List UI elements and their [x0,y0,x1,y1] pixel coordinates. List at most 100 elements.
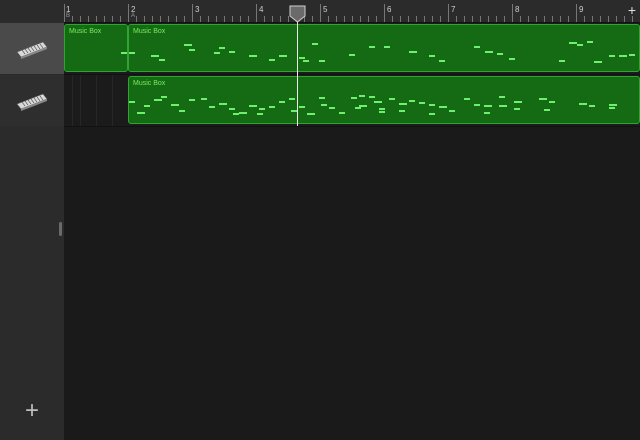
midi-note [349,54,355,56]
midi-note [229,51,235,53]
midi-note [259,108,265,110]
midi-note [184,44,192,46]
midi-note [229,108,235,110]
midi-note [159,59,165,61]
midi-note [233,113,239,115]
keyboard-icon [16,41,48,59]
midi-note [189,49,195,51]
midi-note [569,42,577,44]
track-sidebar: + [0,0,64,440]
midi-note [269,106,275,108]
playhead-line [297,20,298,126]
track-lane-1[interactable]: Music Box Music Box [64,23,640,75]
midi-note [399,110,405,112]
midi-note [299,57,305,59]
bar-number: 7 [451,5,456,14]
midi-note [121,52,127,54]
midi-note [409,51,417,53]
bar-number: 6 [387,5,392,14]
midi-note [279,55,287,57]
section-marker-b: B [66,13,71,19]
midi-note [509,58,515,60]
midi-note [429,104,435,106]
midi-note [587,41,593,43]
midi-note [171,104,179,106]
midi-note [499,96,505,98]
midi-note [129,52,135,54]
midi-note [129,101,135,103]
midi-note [137,112,145,114]
grid-line [72,75,73,126]
midi-note [189,99,195,101]
bar-number: 8 [515,5,520,14]
midi-note [429,55,435,57]
midi-note [219,47,225,49]
midi-note [374,101,382,103]
midi-note [355,107,361,109]
grid-line [80,75,81,126]
grid-line [96,75,97,126]
midi-note [589,105,595,107]
track-header-2[interactable] [0,75,64,126]
grid-line [112,75,113,126]
midi-note [544,109,550,111]
midi-note [369,96,375,98]
midi-note [369,46,375,48]
midi-note [209,106,215,108]
midi-note [514,108,520,110]
midi-note [464,98,470,100]
midi-note [319,97,325,99]
add-section-button[interactable]: + [628,2,636,18]
midi-note [339,112,345,114]
midi-note [579,103,587,105]
sidebar-resize-handle[interactable] [59,222,62,236]
midi-note [319,60,325,62]
midi-note [249,105,257,107]
midi-note [321,104,327,106]
section-marker-a: A [131,13,136,19]
midi-note [514,101,522,103]
midi-note [449,110,455,112]
ruler-ticks [64,4,633,22]
midi-note [484,112,490,114]
region-music-box[interactable]: Music Box [64,24,128,72]
region-label: Music Box [133,80,166,87]
region-label: Music Box [133,28,166,35]
midi-note [549,101,555,103]
tracks-area[interactable]: Music Box Music Box Music Box [64,23,640,440]
midi-note [379,111,385,113]
midi-note [214,52,220,54]
midi-note [161,96,167,98]
region-music-box[interactable]: Music Box [128,76,640,124]
midi-note [269,59,275,61]
timeline-ruler[interactable]: 1 2 3 4 5 6 7 8 9 B A + [64,0,640,23]
midi-note [312,43,318,45]
midi-note [219,103,227,105]
midi-note [419,102,425,104]
playhead-handle[interactable] [289,5,306,23]
midi-note [484,105,492,107]
midi-note [303,60,309,62]
midi-note [399,103,407,105]
midi-note [279,101,285,103]
midi-note [179,110,185,112]
add-track-button[interactable]: + [20,399,44,423]
midi-note [609,104,617,106]
midi-note [497,53,503,55]
track-lane-2[interactable]: Music Box [64,75,640,127]
midi-note [474,46,480,48]
midi-note [359,95,365,97]
midi-note [629,54,635,56]
midi-note [429,113,435,115]
midi-note [609,107,615,109]
midi-note [289,98,295,100]
midi-note [384,46,390,48]
track-header-1[interactable] [0,23,64,74]
bar-number: 5 [323,5,328,14]
midi-note [409,100,415,102]
midi-note [249,55,257,57]
region-music-box[interactable]: Music Box [128,24,640,72]
midi-note [485,51,493,53]
midi-note [389,98,395,100]
midi-note [609,55,615,57]
